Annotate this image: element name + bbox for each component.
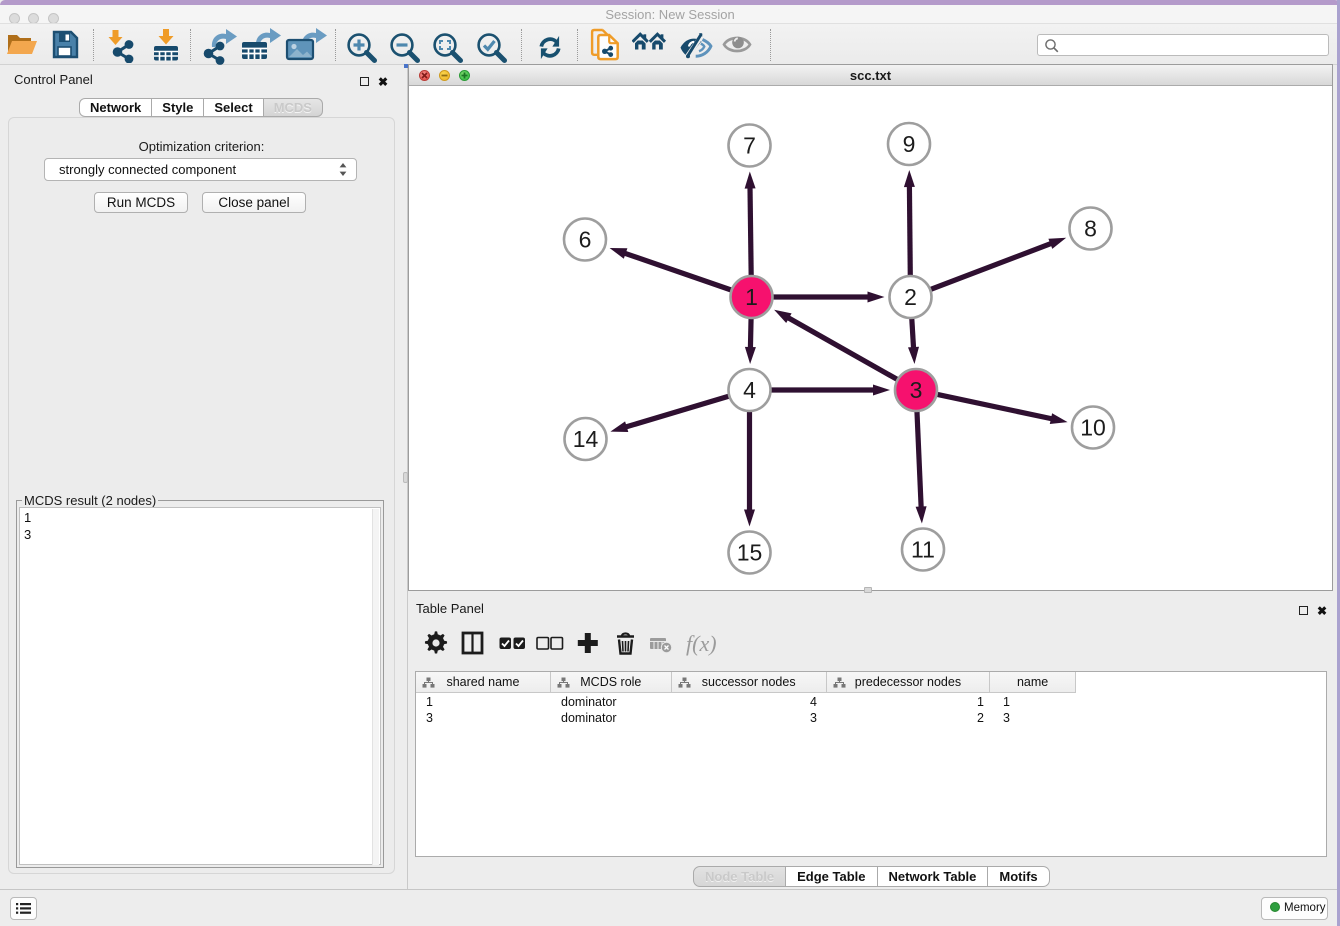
svg-text:15: 15 — [737, 540, 763, 566]
svg-text:9: 9 — [903, 131, 916, 157]
svg-text:8: 8 — [1084, 216, 1097, 242]
svg-text:6: 6 — [579, 227, 592, 253]
svg-text:11: 11 — [911, 537, 935, 563]
svg-text:4: 4 — [743, 377, 756, 403]
svg-text:f(x): f(x) — [686, 631, 717, 656]
svg-text:1: 1 — [745, 284, 758, 310]
svg-text:3: 3 — [910, 377, 923, 403]
svg-text:14: 14 — [573, 426, 599, 452]
svg-text:7: 7 — [743, 133, 756, 159]
svg-text:2: 2 — [904, 284, 917, 310]
svg-text:10: 10 — [1080, 415, 1106, 441]
